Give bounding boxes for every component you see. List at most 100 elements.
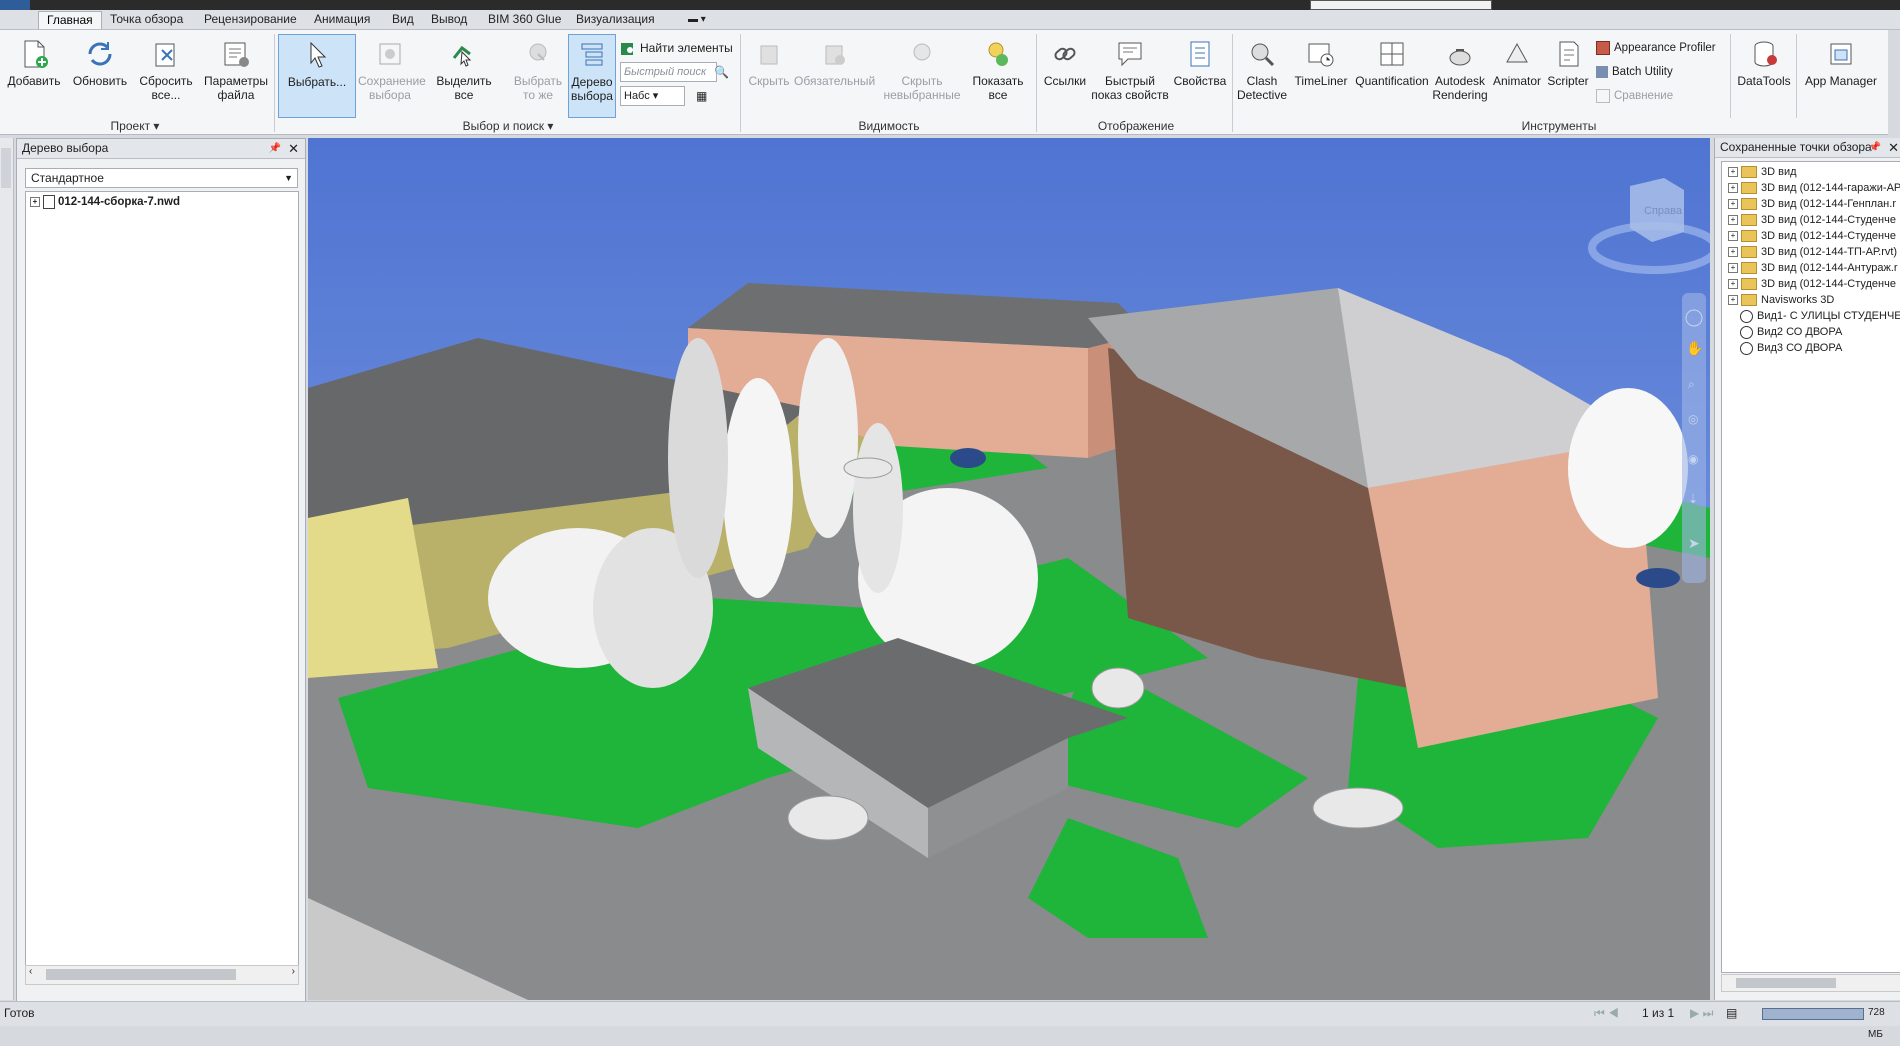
hide-icon — [760, 45, 778, 65]
expand-icon[interactable]: + — [1728, 295, 1738, 306]
save-selection-button[interactable]: Сохранение выбора — [358, 34, 426, 116]
scrollbar-thumb[interactable] — [46, 969, 236, 980]
scrollbar-thumb[interactable] — [1736, 978, 1836, 988]
expand-icon[interactable]: + — [30, 196, 40, 207]
tab-review[interactable]: Рецензирование — [196, 11, 305, 28]
look-icon[interactable]: ◉ — [1688, 452, 1698, 466]
tab-render[interactable]: Визуализация — [568, 11, 663, 28]
animator-button[interactable]: Animator — [1490, 34, 1544, 116]
properties-button[interactable]: Свойства — [1170, 34, 1230, 116]
expand-icon[interactable]: + — [1728, 215, 1738, 226]
quick-find-input[interactable]: Быстрый поиск — [620, 62, 717, 82]
viewpoint-icon — [1740, 309, 1753, 323]
appearance-profiler-button[interactable]: Appearance Profiler — [1596, 38, 1716, 58]
scripter-button[interactable]: Scripter — [1544, 34, 1592, 116]
help-search-input[interactable] — [1310, 0, 1492, 10]
pan-hand-icon[interactable]: ✋ — [1686, 340, 1703, 356]
next-page-icon[interactable]: ▶ ⏭ — [1690, 1002, 1713, 1024]
scripter-icon — [1559, 41, 1579, 67]
pin-icon[interactable]: 📌 — [269, 139, 281, 158]
properties-icon — [1190, 41, 1210, 67]
expand-icon[interactable]: + — [1728, 183, 1738, 194]
expand-icon[interactable]: + — [1728, 263, 1738, 274]
scroll-right-icon[interactable]: › — [292, 966, 295, 977]
sheet-browser-icon[interactable]: ▤ — [1726, 1002, 1737, 1024]
viewpoint-item[interactable]: Вид3 СО ДВОРА — [1740, 340, 1842, 356]
tree-root-item[interactable]: +012-144-сборка-7.nwd — [30, 194, 180, 210]
select-arrow-icon[interactable]: ➤ — [1688, 535, 1700, 551]
batch-utility-button[interactable]: Batch Utility — [1596, 62, 1673, 82]
quick-properties-button[interactable]: Быстрый показ свойств — [1090, 34, 1170, 116]
clash-detective-button[interactable]: Clash Detective — [1234, 34, 1290, 116]
viewpoint-folder[interactable]: +3D вид (012-144-ТП-АР.rvt) — [1728, 244, 1897, 260]
tree-view-dropdown[interactable]: Стандартное ▼ — [25, 168, 298, 188]
add-button[interactable]: Добавить — [2, 34, 66, 116]
quantification-button[interactable]: Quantification — [1352, 34, 1432, 116]
expand-icon[interactable]: + — [1728, 231, 1738, 242]
hide-unselected-button[interactable]: Скрыть невыбранные — [878, 34, 966, 116]
quick-find-search-icon[interactable]: 🔍 — [714, 62, 729, 82]
select-button[interactable]: Выбрать... — [278, 34, 356, 118]
select-same-button[interactable]: Выбрать то же — [506, 34, 570, 116]
pin-icon[interactable]: 📌 — [1869, 138, 1881, 157]
datatools-button[interactable]: DataTools — [1734, 34, 1794, 116]
horizontal-scrollbar[interactable] — [1721, 974, 1900, 992]
panel-title-select[interactable]: Выбор и поиск ▾ — [278, 118, 738, 134]
tab-animation[interactable]: Анимация — [306, 11, 378, 28]
first-page-icon[interactable]: ⏮ ◀ — [1594, 1002, 1619, 1024]
sets-dropdown[interactable]: Набс ▾ — [620, 86, 685, 106]
refresh-icon — [88, 42, 112, 66]
hide-button[interactable]: Скрыть — [744, 34, 794, 116]
autodesk-rendering-button[interactable]: Autodesk Rendering — [1432, 34, 1488, 116]
panel-title-project[interactable]: Проект ▾ — [0, 118, 270, 134]
dock-tab[interactable] — [1, 148, 11, 188]
3d-viewport[interactable]: Справа ✋ ⌕ ◎ ◉ ⇣ ➤ — [308, 138, 1710, 1000]
expand-icon[interactable]: + — [1728, 167, 1738, 178]
tab-extra-dropdown[interactable]: ▬ ▾ — [680, 11, 714, 28]
viewpoint-folder[interactable]: +3D вид (012-144-Студенче — [1728, 228, 1896, 244]
unhide-all-button[interactable]: Показать все — [966, 34, 1030, 116]
horizontal-scrollbar[interactable]: ‹ › — [25, 965, 299, 985]
viewpoint-item[interactable]: Вид2 СО ДВОРА — [1740, 324, 1842, 340]
links-button[interactable]: Ссылки — [1040, 34, 1090, 116]
timeliner-button[interactable]: TimeLiner — [1290, 34, 1352, 116]
compare-button[interactable]: Сравнение — [1596, 86, 1673, 106]
app-manager-button[interactable]: App Manager — [1800, 34, 1882, 116]
close-icon[interactable]: ✕ — [1888, 138, 1899, 157]
ribbon-separator — [1796, 34, 1797, 118]
viewpoint-folder[interactable]: + Navisworks 3D — [1728, 292, 1834, 308]
expand-icon[interactable]: + — [1728, 199, 1738, 210]
tab-output[interactable]: Вывод — [423, 11, 475, 28]
file-options-button[interactable]: Параметры файла — [204, 34, 268, 116]
tab-viewpoint[interactable]: Точка обзора — [102, 11, 191, 28]
viewpoint-item[interactable]: Вид1- С УЛИЦЫ СТУДЕНЧЕ — [1740, 308, 1900, 324]
tab-view[interactable]: Вид — [384, 11, 422, 28]
scene-render[interactable]: Справа ✋ ⌕ ◎ ◉ ⇣ ➤ — [308, 138, 1710, 1000]
reset-all-button[interactable]: Сбросить все... — [134, 34, 198, 116]
orbit-icon[interactable]: ◎ — [1688, 412, 1698, 426]
scroll-left-icon[interactable]: ‹ — [29, 966, 32, 977]
expand-icon[interactable]: + — [1728, 279, 1738, 290]
tab-home[interactable]: Главная — [38, 11, 102, 29]
select-all-button[interactable]: Выделить все — [432, 34, 496, 116]
expand-icon[interactable]: + — [1728, 247, 1738, 258]
close-icon[interactable]: ✕ — [288, 139, 299, 158]
panel-title-tools: Инструменты — [1521, 119, 1597, 133]
find-items-button[interactable]: Найти элементы — [620, 38, 733, 58]
left-dock-strip[interactable] — [0, 138, 14, 1000]
selection-tree-button[interactable]: Дерево выбора — [568, 34, 616, 118]
viewpoint-folder[interactable]: +3D вид (012-144-Антураж.r — [1728, 260, 1898, 276]
page-indicator: 1 из 1 — [1642, 1006, 1675, 1020]
tab-bim360[interactable]: BIM 360 Glue — [480, 11, 569, 28]
refresh-button[interactable]: Обновить — [68, 34, 132, 116]
ribbon-separator — [274, 34, 275, 132]
zoom-icon[interactable]: ⌕ — [1688, 377, 1695, 391]
manage-sets-icon[interactable]: ▦ — [696, 86, 707, 106]
viewpoint-folder[interactable]: +3D вид (012-144-Студенче — [1728, 212, 1896, 228]
viewpoint-folder[interactable]: +3D вид — [1728, 164, 1797, 180]
walk-icon[interactable]: ⇣ — [1688, 492, 1698, 506]
required-button[interactable]: Обязательный — [794, 34, 875, 116]
viewpoint-folder[interactable]: +3D вид (012-144-Студенче — [1728, 276, 1896, 292]
viewpoint-folder[interactable]: +3D вид (012-144-гаражи-АР — [1728, 180, 1900, 196]
viewpoint-folder[interactable]: +3D вид (012-144-Генплан.r — [1728, 196, 1896, 212]
